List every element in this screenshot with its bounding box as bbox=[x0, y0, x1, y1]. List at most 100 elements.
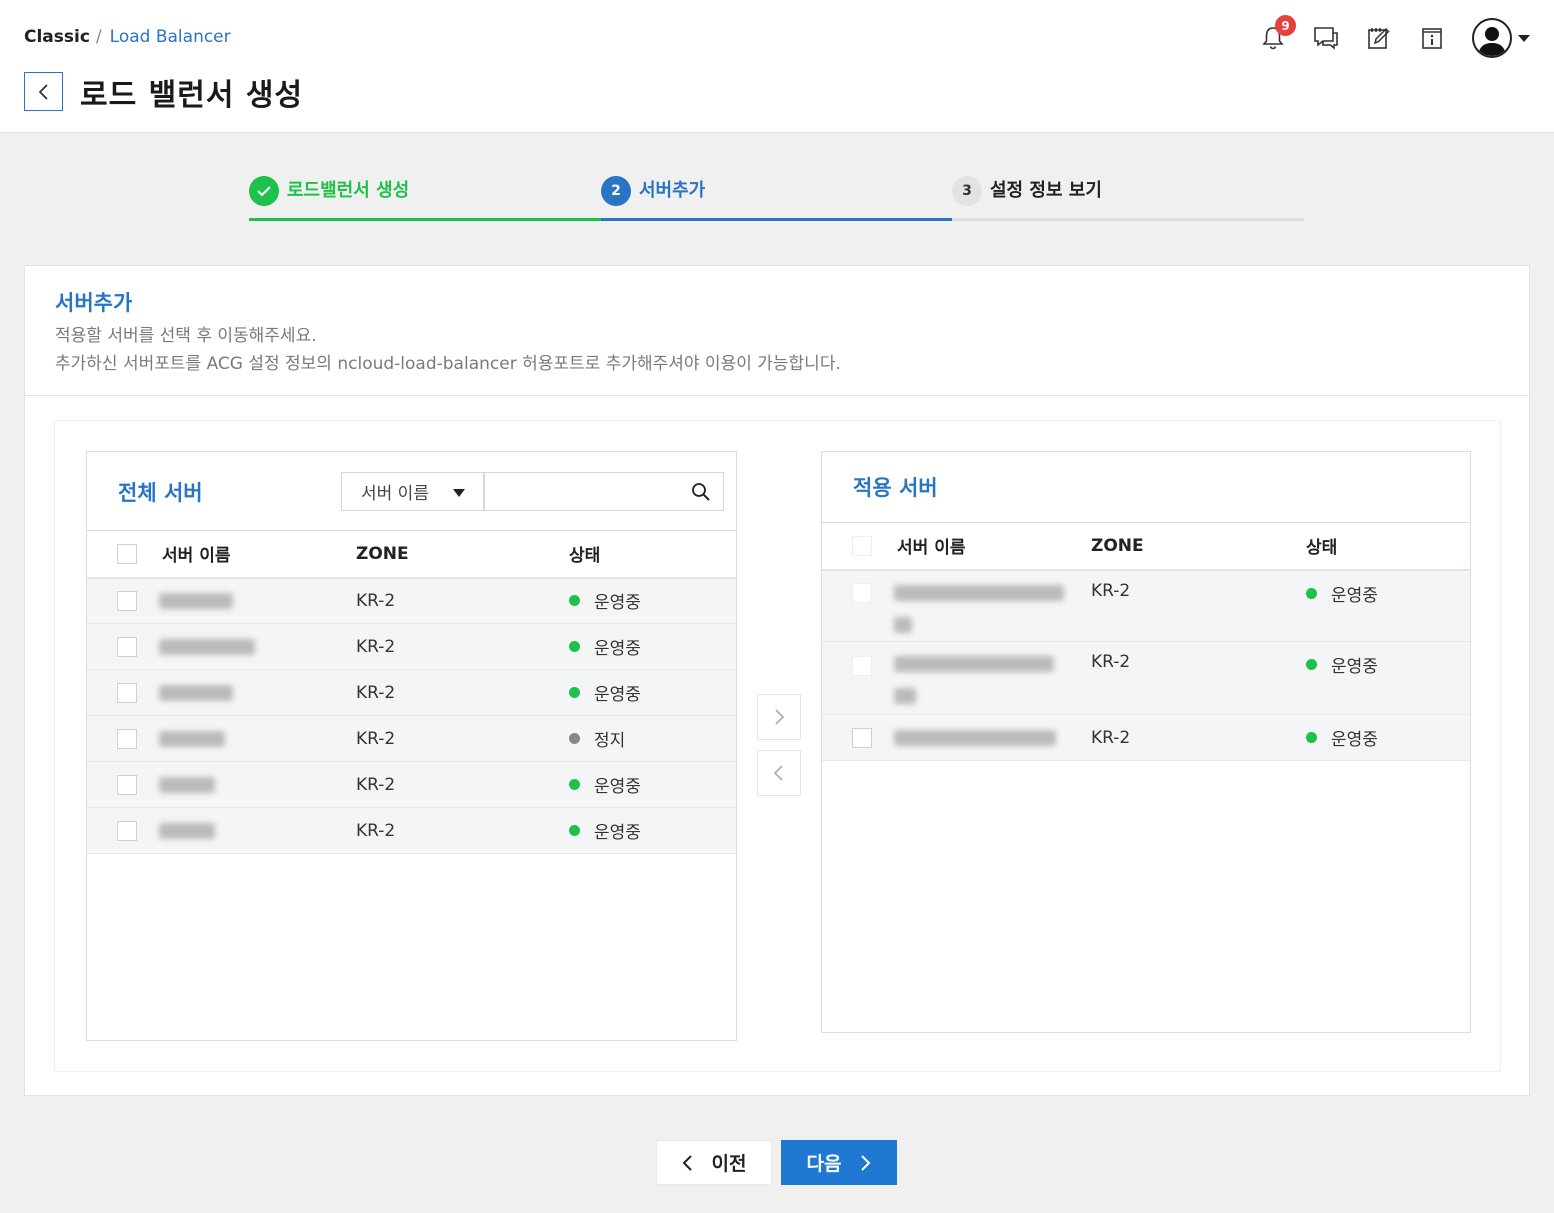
table-row[interactable]: KR-2 정지 bbox=[87, 715, 736, 762]
column-header-name[interactable]: 서버 이름 bbox=[159, 530, 356, 579]
row-checkbox[interactable] bbox=[852, 727, 872, 748]
status-cell: 운영중 bbox=[1306, 652, 1470, 677]
select-all-checkbox[interactable] bbox=[117, 543, 137, 564]
breadcrumb-current[interactable]: Load Balancer bbox=[110, 27, 231, 47]
table-row[interactable]: KR-2 운영중 bbox=[87, 623, 736, 670]
description-line: 추가하신 서버포트를 ACG 설정 정보의 ncloud-load-balanc… bbox=[55, 354, 841, 374]
zone-cell: KR-2 bbox=[1091, 641, 1306, 715]
search-input[interactable] bbox=[485, 473, 675, 510]
status-text: 정지 bbox=[594, 731, 626, 751]
search-icon[interactable] bbox=[691, 482, 711, 502]
notifications-button[interactable]: 9 bbox=[1253, 15, 1296, 58]
row-checkbox[interactable] bbox=[117, 820, 137, 841]
chat-button[interactable] bbox=[1306, 18, 1346, 58]
search-filter-select[interactable]: 서버 이름 bbox=[341, 472, 484, 511]
status-cell: 운영중 bbox=[569, 818, 736, 843]
status-dot-icon bbox=[569, 687, 580, 698]
table-row[interactable]: KR-2 운영중 bbox=[87, 577, 736, 624]
step-view-settings: 3 설정 정보 보기 bbox=[952, 176, 1304, 221]
status-text: 운영중 bbox=[594, 685, 641, 705]
table-row[interactable]: KR-2 운영중 bbox=[822, 569, 1470, 642]
row-checkbox[interactable] bbox=[852, 582, 872, 603]
all-servers-table: 서버 이름 ZONE 상태 KR-2 운영중 KR-2 운영중 KR-2 운영중… bbox=[87, 530, 736, 854]
redacted-server-name bbox=[159, 592, 233, 609]
status-dot-icon bbox=[569, 733, 580, 744]
row-checkbox[interactable] bbox=[852, 656, 872, 676]
memo-button[interactable] bbox=[1359, 18, 1399, 58]
redacted-server-name bbox=[159, 638, 255, 655]
column-header-status[interactable]: 상태 bbox=[1306, 522, 1470, 571]
zone-cell: KR-2 bbox=[356, 715, 569, 762]
user-avatar-icon bbox=[1472, 18, 1512, 58]
table-row[interactable]: KR-2 운영중 bbox=[822, 641, 1470, 715]
description-line: 적용할 서버를 선택 후 이동해주세요. bbox=[55, 326, 317, 346]
back-button[interactable] bbox=[24, 72, 63, 111]
step-label: 서버추가 bbox=[639, 180, 706, 201]
redacted-server-name bbox=[894, 616, 912, 633]
applied-servers-title: 적용 서버 bbox=[853, 476, 938, 500]
column-header-zone[interactable]: ZONE bbox=[356, 530, 569, 579]
status-cell: 운영중 bbox=[1306, 725, 1470, 750]
table-row[interactable]: KR-2 운영중 bbox=[822, 714, 1470, 761]
prev-button[interactable]: 이전 bbox=[656, 1140, 772, 1185]
redacted-server-name bbox=[159, 730, 225, 747]
step-number: 3 bbox=[952, 176, 982, 206]
status-text: 운영중 bbox=[594, 639, 641, 659]
zone-cell: KR-2 bbox=[356, 807, 569, 854]
row-checkbox[interactable] bbox=[117, 636, 137, 657]
redacted-server-name bbox=[894, 688, 916, 704]
table-row[interactable]: KR-2 운영중 bbox=[87, 807, 736, 854]
step-number: 2 bbox=[601, 176, 631, 206]
status-cell: 운영중 bbox=[569, 634, 736, 659]
notification-count-badge: 9 bbox=[1275, 15, 1296, 36]
column-header-name[interactable]: 서버 이름 bbox=[894, 522, 1091, 571]
status-cell: 운영중 bbox=[569, 588, 736, 613]
select-all-cell bbox=[822, 522, 894, 571]
breadcrumb-separator: / bbox=[95, 27, 102, 47]
row-checkbox[interactable] bbox=[117, 774, 137, 795]
table-header-row: 서버 이름 ZONE 상태 bbox=[87, 530, 736, 579]
zone-cell: KR-2 bbox=[356, 577, 569, 624]
next-button[interactable]: 다음 bbox=[781, 1140, 897, 1185]
all-servers-title: 전체 서버 bbox=[118, 481, 203, 505]
breadcrumb-root[interactable]: Classic bbox=[24, 27, 90, 47]
zone-cell: KR-2 bbox=[1091, 714, 1306, 761]
step-add-server: 2 서버추가 bbox=[601, 176, 952, 221]
add-server-card: 서버추가 적용할 서버를 선택 후 이동해주세요. 추가하신 서버포트를 ACG… bbox=[24, 265, 1530, 1096]
add-to-applied-button[interactable] bbox=[757, 694, 801, 740]
chat-icon bbox=[1314, 27, 1338, 50]
applied-servers-panel: 적용 서버 서버 이름 ZONE 상태 KR-2 운영중 KR-2 운영중 KR… bbox=[821, 451, 1471, 1033]
caret-down-icon bbox=[453, 489, 465, 497]
row-checkbox[interactable] bbox=[117, 728, 137, 749]
breadcrumb: Classic / Load Balancer bbox=[24, 27, 231, 47]
user-menu[interactable] bbox=[1472, 18, 1530, 58]
table-row[interactable]: KR-2 운영중 bbox=[87, 669, 736, 716]
status-cell: 운영중 bbox=[1306, 581, 1470, 606]
remove-from-applied-button[interactable] bbox=[757, 750, 801, 796]
zone-cell: KR-2 bbox=[356, 669, 569, 716]
status-cell: 운영중 bbox=[569, 680, 736, 705]
redacted-server-name bbox=[159, 822, 215, 839]
status-dot-icon bbox=[569, 641, 580, 652]
status-cell: 운영중 bbox=[569, 772, 736, 797]
status-text: 운영중 bbox=[1331, 657, 1378, 677]
row-checkbox[interactable] bbox=[117, 590, 137, 611]
filter-selected-value: 서버 이름 bbox=[361, 484, 429, 504]
table-row[interactable]: KR-2 운영중 bbox=[87, 761, 736, 808]
check-icon bbox=[249, 176, 279, 206]
zone-cell: KR-2 bbox=[1091, 569, 1306, 642]
redacted-server-name bbox=[159, 776, 215, 793]
step-label: 로드밸런서 생성 bbox=[287, 180, 410, 201]
top-toolbar: 9 bbox=[1240, 15, 1530, 58]
status-cell: 정지 bbox=[569, 726, 736, 751]
search-box bbox=[484, 472, 724, 511]
section-title: 서버추가 bbox=[55, 291, 133, 315]
zone-cell: KR-2 bbox=[356, 761, 569, 808]
info-button[interactable] bbox=[1412, 18, 1452, 58]
column-header-status[interactable]: 상태 bbox=[569, 530, 736, 579]
column-header-zone[interactable]: ZONE bbox=[1091, 522, 1306, 571]
memo-edit-icon bbox=[1368, 27, 1390, 49]
row-checkbox[interactable] bbox=[117, 682, 137, 703]
select-all-checkbox[interactable] bbox=[852, 535, 872, 556]
status-text: 운영중 bbox=[594, 593, 641, 614]
